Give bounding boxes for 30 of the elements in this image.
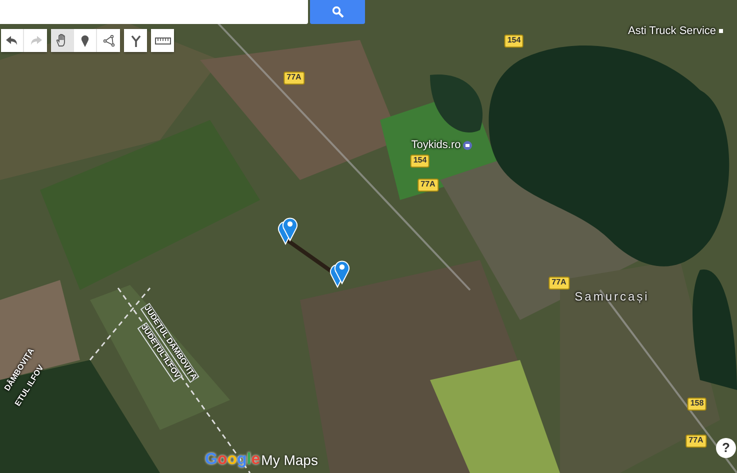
road-number-label: 77A: [284, 72, 304, 84]
place-label: Asti Truck Service: [628, 24, 716, 38]
map-pin-pair-drawing[interactable]: [277, 216, 298, 245]
road-number-label: 154: [504, 34, 524, 48]
polyline-icon: [102, 34, 114, 46]
map-pin-pair-drawing[interactable]: [329, 259, 350, 288]
draw-line-button[interactable]: [97, 29, 120, 52]
road-number-label: 77A: [686, 434, 706, 448]
road-number-label: 77A: [548, 276, 570, 290]
ruler-icon: [154, 36, 170, 44]
town-label: Samurcași: [574, 290, 650, 304]
road-number-label: 154: [410, 154, 430, 168]
google-my-maps-logo: GoogleMy Maps: [205, 450, 318, 470]
search-icon: [332, 6, 344, 18]
undo-button[interactable]: [1, 29, 24, 52]
redo-icon: [30, 36, 42, 46]
pan-tool-button[interactable]: [51, 29, 74, 52]
measure-button[interactable]: [151, 29, 174, 52]
hand-icon: [56, 34, 68, 47]
add-marker-button[interactable]: [74, 29, 97, 52]
place-label: Toykids.ro: [411, 138, 461, 152]
fork-icon: [130, 34, 140, 46]
road-number-label: 77A: [418, 178, 438, 192]
shop-icon: [463, 141, 472, 150]
map-marker-icon: [81, 34, 89, 46]
undo-icon: [6, 36, 18, 46]
search-field[interactable]: [0, 0, 308, 24]
road-number-label: 158: [687, 398, 707, 410]
add-directions-button[interactable]: [124, 29, 147, 52]
search-button[interactable]: [310, 0, 365, 24]
